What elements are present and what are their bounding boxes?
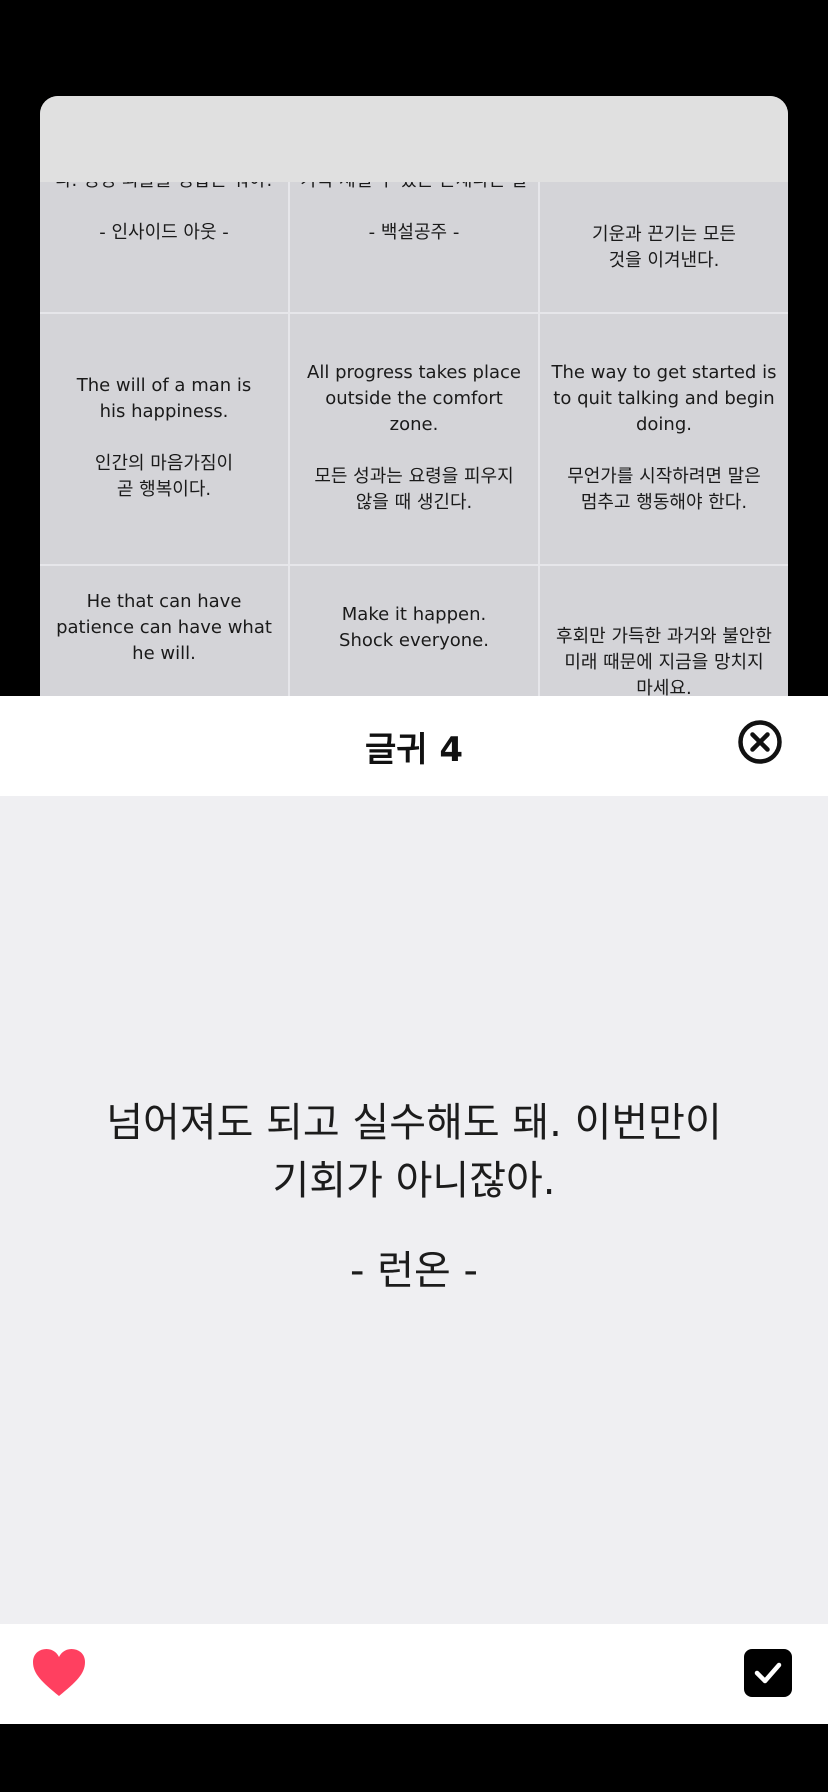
quote-author: - 런온 -	[350, 1248, 478, 1294]
sheet-header: 글귀 4	[0, 696, 828, 796]
close-button[interactable]	[736, 718, 784, 766]
grid-cell[interactable]: Make it happen. Shock everyone.	[290, 566, 538, 690]
grid-cell[interactable]: 후회만 가득한 과거와 불안한 미래 때문에 지금을 망치지 마세요.	[540, 566, 788, 696]
like-button[interactable]	[32, 1648, 86, 1698]
grid-divider	[538, 182, 540, 696]
quote-text: 넘어져도 되고 실수해도 돼. 이번만이 기회가 아니잖아.	[60, 1094, 768, 1210]
close-circle-icon	[738, 720, 782, 764]
grid-cell[interactable]: The way to get started is to quit talkin…	[540, 314, 788, 562]
card-header	[40, 96, 788, 182]
confirm-checkbox[interactable]	[744, 1649, 792, 1697]
sheet-footer	[0, 1624, 828, 1724]
grid-divider	[288, 182, 290, 696]
grid-cell[interactable]: 기운과 끈기는 모든 것을 이겨낸다.	[540, 186, 788, 310]
heart-icon	[33, 1649, 85, 1696]
sheet-title: 글귀 4	[364, 729, 464, 770]
grid-cell[interactable]: The will of a man is his happiness. 인간의 …	[40, 314, 288, 562]
grid-divider	[40, 564, 788, 566]
background-card: 다. 영영 외들을 영합은 뭐야! - 인사이드 아웃 - 가족 세일 우 있는…	[40, 96, 788, 696]
quote-detail-sheet: 글귀 4 넘어져도 되고 실수해도 돼. 이번만이 기회가 아니잖아. - 런온…	[0, 696, 828, 1724]
checkmark-icon	[754, 1662, 782, 1684]
quote-line: 기회가 아니잖아.	[272, 1158, 556, 1204]
quote-line: 넘어져도 되고 실수해도 돼. 이번만이	[106, 1100, 722, 1146]
grid-divider	[40, 312, 788, 314]
grid-cell[interactable]: All progress takes place outside the com…	[290, 314, 538, 562]
grid-cell[interactable]: He that can have patience can have what …	[40, 566, 288, 690]
